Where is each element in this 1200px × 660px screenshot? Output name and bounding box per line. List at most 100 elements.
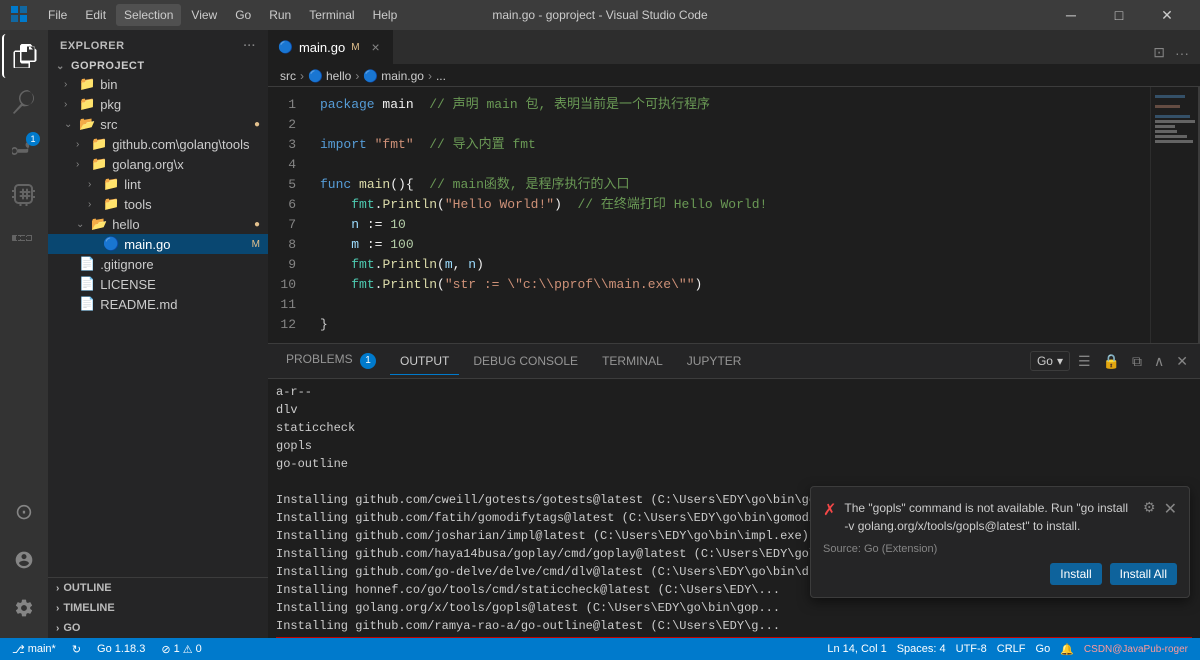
go-version-status[interactable]: Go 1.18.3 [93,643,149,655]
tree-item-main-go[interactable]: › 🔵 main.go M [48,234,268,254]
tree-item-license[interactable]: › 📄 LICENSE [48,274,268,294]
settings-icon[interactable] [2,586,46,630]
menu-edit[interactable]: Edit [77,4,114,26]
menu-view[interactable]: View [183,4,225,26]
tree-item-golang[interactable]: › 📁 golang.org\x [48,154,268,174]
extensions-activity-icon[interactable] [2,218,46,262]
notification-bell-status[interactable]: 🔔 [1056,643,1078,656]
main-go-modified: M [252,239,260,250]
notification-close-icon[interactable]: ✕ [1164,499,1177,519]
github-arrow: › [76,139,88,150]
menu-run[interactable]: Run [261,4,299,26]
explorer-activity-icon[interactable] [2,34,46,78]
code-editor[interactable]: 1 2 3 4 5 6 7 8 9 10 11 12 package [268,87,1150,343]
tree-item-lint[interactable]: › 📁 lint [48,174,268,194]
sidebar-header: EXPLORER ··· [48,30,268,58]
minimize-button[interactable]: ─ [1048,0,1094,30]
output-line: a-r-- [276,383,1192,401]
outline-arrow: › [56,583,59,594]
output-tab[interactable]: OUTPUT [390,348,459,375]
code-line-7: n := 10 [320,215,1150,235]
errors-count: 1 [174,643,180,655]
breadcrumb-src[interactable]: src [280,69,296,83]
tools-arrow: › [88,199,100,210]
spaces-status[interactable]: Spaces: 4 [893,643,950,656]
run-debug-activity-icon[interactable] [2,172,46,216]
tree-item-tools[interactable]: › 📁 tools [48,194,268,214]
language-label: Go [1036,643,1051,655]
panel-expand-icon[interactable]: ∧ [1150,351,1168,372]
tree-item-pkg[interactable]: › 📁 pkg [48,94,268,114]
folder-icon: 📁 [103,176,119,192]
minimap [1150,87,1200,343]
hello-label: hello [112,217,139,232]
breadcrumb-hello[interactable]: 🔵 hello [308,69,351,83]
account-icon[interactable] [2,538,46,582]
panel-clear-icon[interactable]: ☰ [1074,351,1095,372]
source-control-activity-icon[interactable]: 1 [2,126,46,170]
sidebar-more-icon[interactable]: ··· [244,40,257,52]
menu-terminal[interactable]: Terminal [301,4,362,26]
search-activity-icon[interactable] [2,80,46,124]
code-line-10: fmt.Println("str := \"c:\\pprof\\main.ex… [320,275,1150,295]
outline-section-header[interactable]: › OUTLINE [48,578,268,598]
line-ending-status[interactable]: CRLF [993,643,1030,656]
tab-bar-actions: ⊡ ··· [1150,41,1200,64]
timeline-section-header[interactable]: › TIMELINE [48,598,268,618]
position-status[interactable]: Ln 14, Col 1 [823,643,890,656]
folder-icon: 📁 [79,96,95,112]
folder-icon: 📁 [91,156,107,172]
panel-copy-icon[interactable]: ⧉ [1128,351,1146,372]
debug-console-tab[interactable]: DEBUG CONSOLE [463,348,588,375]
breadcrumb-file[interactable]: 🔵 main.go [363,69,424,83]
menu-help[interactable]: Help [365,4,406,26]
tree-project-root[interactable]: ⌄ GOPROJECT [48,58,268,74]
menu-selection[interactable]: Selection [116,4,181,26]
problems-badge: 1 [360,353,376,369]
code-lines: package main // 声明 main 包, 表明当前是一个可执行程序 … [312,87,1150,343]
menu-go[interactable]: Go [227,4,259,26]
branch-status[interactable]: ⎇ main* [8,643,60,656]
jupyter-tab[interactable]: JUPYTER [677,348,752,375]
panel-lock-icon[interactable]: 🔒 [1099,351,1124,372]
errors-status[interactable]: ⊘ 1 ⚠ 0 [157,643,205,656]
main-go-tab[interactable]: 🔵 main.go M × [268,30,393,64]
folder-icon: 📁 [79,76,95,92]
license-label: LICENSE [100,277,156,292]
problems-tab[interactable]: PROBLEMS 1 [276,346,386,376]
breadcrumb-symbol[interactable]: ... [436,69,446,83]
sync-status[interactable]: ↻ [68,643,85,656]
output-line: dlv [276,401,1192,419]
tree-item-src[interactable]: ⌄ 📂 src ● [48,114,268,134]
folder-icon: 📁 [103,196,119,212]
install-button[interactable]: Install [1050,563,1101,585]
go-section-header[interactable]: › GO [48,618,268,638]
panel-tab-actions: Go ▾ ☰ 🔒 ⧉ ∧ ✕ [1030,351,1192,372]
tree-item-hello[interactable]: ⌄ 📂 hello ● [48,214,268,234]
encoding-status[interactable]: UTF-8 [952,643,991,656]
src-arrow: ⌄ [64,119,76,130]
terminal-tab[interactable]: TERMINAL [592,348,673,375]
menu-file[interactable]: File [40,4,75,26]
panel-close-icon[interactable]: ✕ [1172,351,1192,372]
tree-item-readme[interactable]: › 📄 README.md [48,294,268,314]
tab-close-button[interactable]: × [370,39,382,55]
maximize-button[interactable]: □ [1096,0,1142,30]
tree-item-bin[interactable]: › 📁 bin [48,74,268,94]
code-line-11 [320,295,1150,315]
close-button[interactable]: ✕ [1144,0,1190,30]
dropdown-label: Go [1037,354,1053,368]
split-editor-icon[interactable]: ⊡ [1150,41,1168,64]
breadcrumb-sep-3: › [428,69,432,83]
install-all-button[interactable]: Install All [1110,563,1177,585]
more-actions-icon[interactable]: ··· [1172,42,1192,64]
pkg-label: pkg [100,97,121,112]
github-label: github.com\golang\tools [112,137,249,152]
remote-icon[interactable]: ⊙ [2,490,46,534]
sync-icon: ↻ [72,643,81,656]
panel-output-dropdown[interactable]: Go ▾ [1030,351,1070,371]
notification-gear-icon[interactable]: ⚙ [1143,499,1156,516]
tree-item-github[interactable]: › 📁 github.com\golang\tools [48,134,268,154]
language-status[interactable]: Go [1032,643,1055,656]
tree-item-gitignore[interactable]: › 📄 .gitignore [48,254,268,274]
